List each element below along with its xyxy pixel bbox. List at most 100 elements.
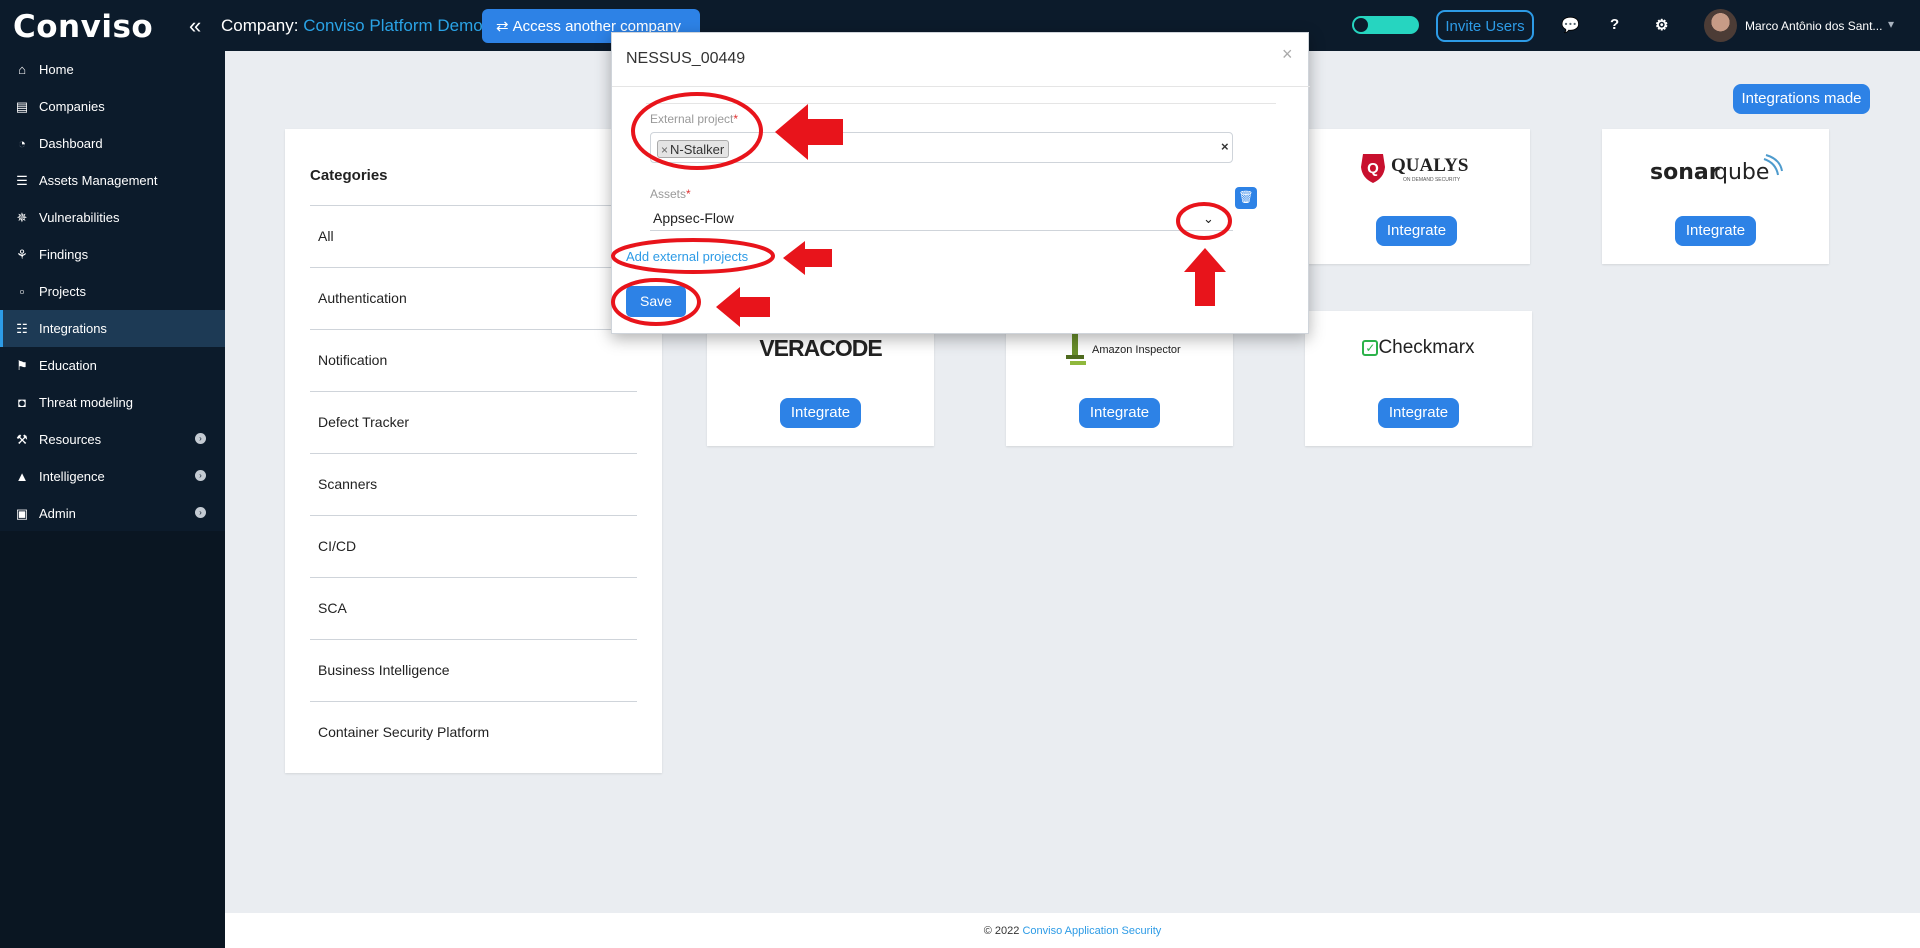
category-item[interactable]: SCA — [310, 577, 637, 639]
svg-text:Q: Q — [1367, 160, 1379, 177]
sidebar-empty-area — [0, 531, 225, 948]
sidebar-item-label: Findings — [39, 247, 89, 262]
help-icon[interactable]: ? — [1610, 16, 1619, 33]
category-item[interactable]: Container Security Platform — [310, 701, 637, 763]
expand-arrow-icon[interactable]: › — [195, 470, 206, 481]
category-item[interactable]: All — [310, 205, 637, 267]
checkmarx-wordmark: Checkmarx — [1378, 337, 1475, 358]
category-item[interactable]: Business Intelligence — [310, 639, 637, 701]
card-sonarqube: sonar qube Integrate — [1602, 129, 1829, 264]
nav-icon: ◘ — [18, 395, 26, 410]
categories-title: Categories — [310, 167, 388, 184]
remove-tag-icon[interactable]: × — [661, 143, 668, 157]
category-item[interactable]: CI/CD — [310, 515, 637, 577]
save-button[interactable]: Save — [626, 286, 686, 317]
category-item[interactable]: Defect Tracker — [310, 391, 637, 453]
integrate-button[interactable]: Integrate — [1675, 216, 1756, 246]
selected-project-tag-label: N-Stalker — [670, 142, 725, 157]
category-item[interactable]: Scanners — [310, 453, 637, 515]
sidebar-item-education[interactable]: ⚑ Education — [0, 347, 225, 384]
footer-copyright: © 2022 — [983, 925, 1020, 937]
selected-project-tag[interactable]: × N-Stalker — [657, 140, 730, 158]
collapse-sidebar-icon[interactable]: « — [189, 13, 201, 39]
assets-label: Assets* — [650, 187, 691, 201]
category-item[interactable]: Notification — [310, 329, 637, 391]
qualys-wordmark: QUALYS — [1391, 155, 1468, 176]
close-icon[interactable]: × — [1282, 44, 1293, 65]
sidebar-item-integrations[interactable]: ☷ Integrations — [0, 310, 225, 347]
sonarqube-wordmark-a: sonar — [1650, 160, 1720, 185]
required-mark: * — [733, 112, 739, 126]
theme-toggle[interactable] — [1352, 16, 1419, 34]
expand-arrow-icon[interactable]: › — [195, 507, 206, 518]
checkmarx-check-icon: ✓ — [1362, 340, 1379, 356]
clear-selection-icon[interactable]: × — [1221, 139, 1229, 154]
amazon-inspector-wordmark: Amazon Inspector — [1092, 344, 1181, 356]
user-menu-caret-icon[interactable]: ▾ — [1888, 17, 1894, 31]
conviso-logo[interactable]: Conviso — [13, 9, 153, 45]
sidebar-item-label: Assets Management — [39, 173, 158, 188]
add-external-projects-link[interactable]: Add external projects — [626, 249, 748, 264]
sidebar-item-dashboard[interactable]: ◔ Dashboard — [0, 125, 225, 162]
company-label: Company: — [221, 16, 299, 35]
chat-icon[interactable]: 💬 — [1561, 16, 1580, 34]
expand-arrow-icon[interactable]: › — [195, 433, 206, 444]
sonarqube-logo: sonar qube — [1602, 151, 1829, 192]
sonarqube-wordmark-b: qube — [1714, 160, 1769, 185]
sidebar: ⌂ Home ▤ Companies ◔ Dashboard ☰ Assets Managem… — [0, 51, 225, 948]
sidebar-item-threat-modeling[interactable]: ◘ Threat modeling — [0, 384, 225, 421]
user-name[interactable]: Marco Antônio dos Sant... — [1745, 19, 1885, 33]
nav-icon: ✵ — [16, 209, 28, 225]
footer: © 2022 Conviso Application Security — [225, 913, 1920, 948]
sidebar-item-label: Home — [39, 62, 74, 77]
nav-icon: ⚘ — [16, 246, 28, 262]
sidebar-item-label: Admin — [39, 506, 76, 521]
settings-icon[interactable]: ⚙ — [1655, 16, 1668, 34]
nav-icon: ⚒ — [16, 431, 28, 447]
nav-icon: ◔ — [18, 136, 26, 151]
integrate-button[interactable]: Integrate — [1376, 216, 1457, 246]
modal-title: NESSUS_00449 — [626, 50, 746, 67]
nav-icon: ▫ — [19, 284, 25, 299]
nav-icon: ☰ — [16, 172, 28, 188]
sidebar-item-projects[interactable]: ▫ Projects — [0, 273, 225, 310]
checkmarx-logo: ✓ Checkmarx — [1305, 337, 1532, 359]
assets-select[interactable]: Appsec-Flow — [650, 205, 1233, 231]
qualys-subtitle: ON DEMAND SECURITY — [1403, 177, 1461, 183]
company-name[interactable]: Conviso Platform Demo — [303, 16, 483, 35]
qualys-logo: Q QUALYS ON DEMAND SECURITY — [1303, 151, 1530, 190]
required-mark: * — [686, 187, 691, 201]
external-project-select[interactable]: × N-Stalker × — [650, 132, 1233, 163]
sidebar-item-label: Companies — [39, 99, 105, 114]
integrate-button[interactable]: Integrate — [1079, 398, 1160, 428]
nav-icon: ⌂ — [18, 62, 26, 77]
category-item[interactable]: Authentication — [310, 267, 637, 329]
modal-header-divider — [612, 86, 1310, 87]
sidebar-item-findings[interactable]: ⚘ Findings — [0, 236, 225, 273]
nav-icon: ▣ — [15, 505, 29, 521]
avatar[interactable] — [1704, 9, 1737, 42]
card-checkmarx: ✓ Checkmarx Integrate — [1305, 311, 1532, 446]
company-indicator: Company: Conviso Platform Demo — [221, 16, 483, 36]
sidebar-item-resources[interactable]: ⚒ Resources › — [0, 421, 225, 458]
nav-icon: ☷ — [16, 320, 28, 336]
sidebar-item-admin[interactable]: ▣ Admin › — [0, 495, 225, 532]
sidebar-item-label: Intelligence — [39, 469, 105, 484]
integrations-made-button[interactable]: Integrations made — [1733, 84, 1870, 114]
integrate-button[interactable]: Integrate — [780, 398, 861, 428]
sidebar-item-assets-management[interactable]: ☰ Assets Management — [0, 162, 225, 199]
toggle-knob — [1354, 18, 1368, 32]
external-project-label-text: External project — [650, 112, 734, 126]
card-qualys: Q QUALYS ON DEMAND SECURITY Integrate — [1303, 129, 1530, 264]
modal-divider — [646, 103, 1276, 104]
footer-link[interactable]: Conviso Application Security — [1022, 925, 1161, 937]
sidebar-item-companies[interactable]: ▤ Companies — [0, 88, 225, 125]
integrate-button[interactable]: Integrate — [1378, 398, 1459, 428]
external-project-label: External project* — [650, 112, 738, 126]
chevron-down-icon[interactable]: ⌄ — [1203, 211, 1214, 227]
sidebar-item-intelligence[interactable]: ▲ Intelligence › — [0, 458, 225, 495]
invite-users-button[interactable]: Invite Users — [1436, 10, 1534, 42]
trash-icon[interactable]: 🗑 — [1235, 187, 1257, 209]
sidebar-item-home[interactable]: ⌂ Home — [0, 51, 225, 88]
sidebar-item-vulnerabilities[interactable]: ✵ Vulnerabilities — [0, 199, 225, 236]
